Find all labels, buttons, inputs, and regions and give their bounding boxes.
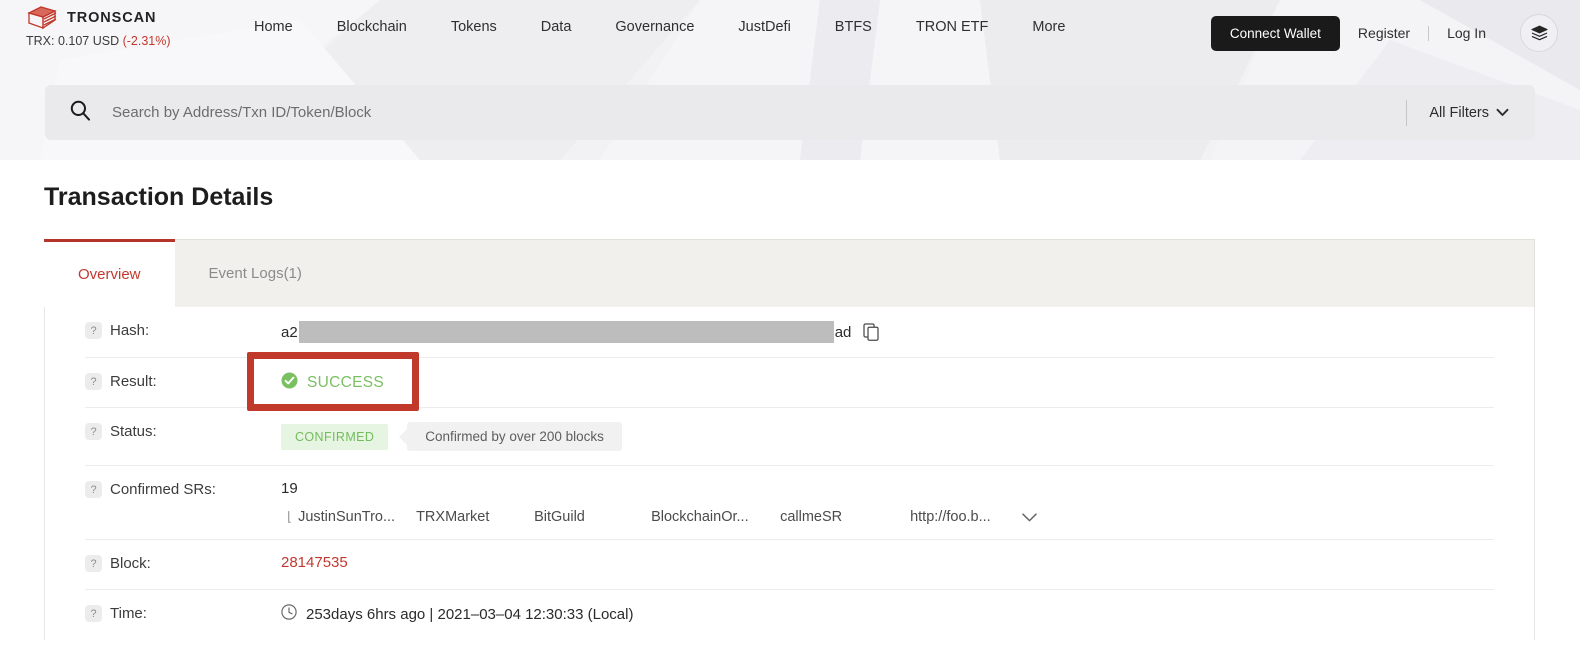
confirmed-srs-value-group: 19 ⌊ JustinSunTro... TRXMarket BitGuild … xyxy=(281,480,1494,525)
sr-item-5[interactable]: http://foo.b... xyxy=(910,509,991,525)
login-link[interactable]: Log In xyxy=(1429,25,1504,41)
result-label-group: ? Result: xyxy=(85,372,281,390)
site-header: TRONSCAN TRX: 0.107 USD (-2.31%) Home Bl… xyxy=(0,0,1580,64)
help-icon-hash[interactable]: ? xyxy=(85,322,102,339)
result-label: Result: xyxy=(110,373,157,390)
main-nav: Home Blockchain Tokens Data Governance J… xyxy=(232,19,1087,35)
sr-item-2[interactable]: BitGuild xyxy=(534,509,651,525)
hash-suffix: ad xyxy=(835,324,852,341)
hash-value-group: a2 ad xyxy=(281,321,1494,343)
status-label-group: ? Status: xyxy=(85,422,281,440)
block-label-group: ? Block: xyxy=(85,554,281,572)
nav-more[interactable]: More xyxy=(1010,19,1087,35)
search-bar: All Filters xyxy=(45,85,1535,140)
register-link[interactable]: Register xyxy=(1340,25,1428,41)
hash-label-group: ? Hash: xyxy=(85,321,281,339)
help-icon-confirmed-srs[interactable]: ? xyxy=(85,481,102,498)
help-icon-time[interactable]: ? xyxy=(85,605,102,622)
nav-justdefi[interactable]: JustDefi xyxy=(716,19,812,35)
confirmed-srs-label: Confirmed SRs: xyxy=(110,481,216,498)
sr-item-3[interactable]: BlockchainOr... xyxy=(651,509,780,525)
nav-home[interactable]: Home xyxy=(232,19,315,35)
overview-panel: ? Hash: a2 ad xyxy=(44,307,1535,640)
status-value-group: CONFIRMED Confirmed by over 200 blocks xyxy=(281,422,1494,451)
nav-governance[interactable]: Governance xyxy=(593,19,716,35)
check-circle-icon xyxy=(281,372,298,393)
tab-bar: Overview Event Logs(1) xyxy=(44,239,1535,307)
confirmed-srs-label-group: ? Confirmed SRs: xyxy=(85,480,281,498)
status-label: Status: xyxy=(110,423,157,440)
detail-row-block: ? Block: 28147535 xyxy=(85,540,1494,590)
header-actions: Connect Wallet Register Log In xyxy=(1211,14,1558,52)
brand-block[interactable]: TRONSCAN TRX: 0.107 USD (-2.31%) xyxy=(26,5,256,48)
nav-data[interactable]: Data xyxy=(519,19,594,35)
status-note-callout: Confirmed by over 200 blocks xyxy=(407,422,622,451)
detail-row-time: ? Time: 253days 6hrs ago | 2021–03–04 12… xyxy=(85,590,1494,640)
detail-row-hash: ? Hash: a2 ad xyxy=(85,307,1494,358)
block-value-group: 28147535 xyxy=(281,554,1494,571)
nav-tron-etf[interactable]: TRON ETF xyxy=(894,19,1011,35)
status-badge: CONFIRMED xyxy=(281,424,388,450)
nav-tokens[interactable]: Tokens xyxy=(429,19,519,35)
trx-price: TRX: 0.107 USD (-2.31%) xyxy=(26,34,256,48)
clock-icon xyxy=(281,604,297,624)
sr-item-1[interactable]: TRXMarket xyxy=(416,509,534,525)
help-icon-result[interactable]: ? xyxy=(85,373,102,390)
sr-item-0[interactable]: JustinSunTro... xyxy=(298,509,416,525)
tab-overview-label: Overview xyxy=(78,266,141,283)
detail-row-confirmed-srs: ? Confirmed SRs: 19 ⌊ JustinSunTro... TR… xyxy=(85,466,1494,540)
block-label: Block: xyxy=(110,555,151,572)
result-status-text: SUCCESS xyxy=(307,374,384,392)
trx-price-value: TRX: 0.107 USD xyxy=(26,34,119,48)
time-value-group: 253days 6hrs ago | 2021–03–04 12:30:33 (… xyxy=(281,604,1494,624)
transaction-details-card: Overview Event Logs(1) ? Hash: a2 ad xyxy=(44,239,1535,668)
help-icon-block[interactable]: ? xyxy=(85,555,102,572)
all-filters-label: All Filters xyxy=(1429,105,1489,121)
tree-corner-icon: ⌊ xyxy=(287,509,292,525)
nav-btfs[interactable]: BTFS xyxy=(813,19,894,35)
search-input[interactable] xyxy=(112,104,1406,121)
time-label: Time: xyxy=(110,605,147,622)
tron-block-logo-icon xyxy=(26,5,60,31)
time-label-group: ? Time: xyxy=(85,604,281,622)
connect-wallet-button[interactable]: Connect Wallet xyxy=(1211,16,1340,51)
detail-row-result: ? Result: SUCCESS xyxy=(85,358,1494,408)
hash-label: Hash: xyxy=(110,322,149,339)
brand-name: TRONSCAN xyxy=(67,10,156,26)
page-root: TRONSCAN TRX: 0.107 USD (-2.31%) Home Bl… xyxy=(0,0,1580,668)
page-title: Transaction Details xyxy=(44,183,273,212)
nav-blockchain[interactable]: Blockchain xyxy=(315,19,429,35)
help-icon-status[interactable]: ? xyxy=(85,423,102,440)
tab-overview[interactable]: Overview xyxy=(44,239,175,307)
time-value: 253days 6hrs ago | 2021–03–04 12:30:33 (… xyxy=(306,606,633,623)
hash-prefix: a2 xyxy=(281,324,298,341)
search-icon xyxy=(69,99,91,126)
chevron-down-icon xyxy=(1496,105,1509,121)
result-value-group: SUCCESS xyxy=(281,372,1494,393)
copy-icon[interactable] xyxy=(863,323,880,341)
stacked-books-icon[interactable] xyxy=(1520,14,1558,52)
hash-redaction-bar xyxy=(299,321,834,343)
all-filters-dropdown[interactable]: All Filters xyxy=(1407,105,1535,121)
trx-price-change: (-2.31%) xyxy=(123,34,171,48)
detail-row-status: ? Status: CONFIRMED Confirmed by over 20… xyxy=(85,408,1494,466)
tab-event-logs[interactable]: Event Logs(1) xyxy=(175,240,336,307)
block-number-link[interactable]: 28147535 xyxy=(281,554,348,571)
confirmed-srs-count: 19 xyxy=(281,480,1494,497)
tab-event-logs-label: Event Logs(1) xyxy=(209,265,302,282)
confirmed-srs-list: ⌊ JustinSunTro... TRXMarket BitGuild Blo… xyxy=(281,509,1494,525)
sr-item-4[interactable]: callmeSR xyxy=(780,509,910,525)
chevron-down-icon[interactable] xyxy=(1021,512,1038,523)
